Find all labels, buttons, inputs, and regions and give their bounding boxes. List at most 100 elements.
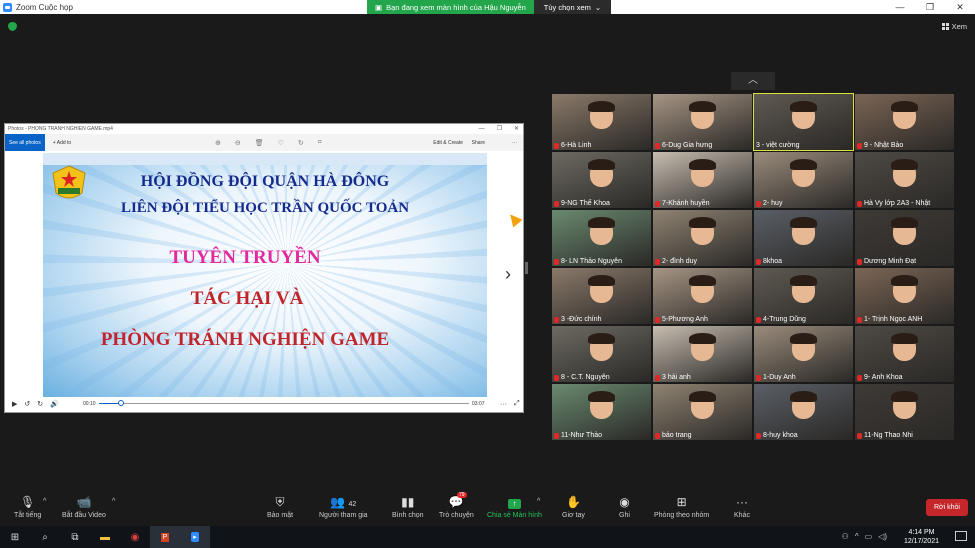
participant-tile[interactable]: 9-NG Thế Khoa — [552, 152, 651, 208]
seek-bar[interactable] — [99, 403, 469, 404]
minimize-button[interactable]: — — [885, 0, 915, 14]
chat-label: Trò chuyện — [439, 512, 474, 519]
participant-tile[interactable]: 7-Khánh huyền — [653, 152, 752, 208]
more-button[interactable]: ··· Khác — [734, 494, 750, 519]
more-dots-icon: ··· — [735, 495, 748, 509]
share-screen-button[interactable]: ↑ Chia sẻ Màn hình — [487, 494, 542, 519]
participant-tile[interactable]: 8- LN Thảo Nguyên — [552, 210, 651, 266]
participant-tile[interactable]: bảo trang — [653, 384, 752, 440]
mute-options-chevron[interactable]: ^ — [43, 498, 46, 505]
participant-hair — [890, 158, 919, 170]
share-banner: ▣ Bạn đang xem màn hình của Hậu Nguyễn T… — [367, 0, 612, 14]
participant-tile[interactable]: 8 - C.T. Nguyên — [552, 326, 651, 382]
volume-icon[interactable]: 🔊 — [50, 400, 59, 408]
participant-hair — [890, 332, 919, 344]
notifications-icon[interactable] — [955, 531, 967, 541]
participant-tile[interactable]: 1- Trịnh Ngọc ANH — [855, 268, 954, 324]
participant-tile[interactable]: 8khoa — [754, 210, 853, 266]
favorite-icon[interactable]: ♡ — [278, 139, 284, 147]
powerpoint-icon[interactable]: P — [150, 526, 180, 548]
slide-line-1: HỘI ĐỒNG ĐỘI QUẬN HÀ ĐÔNG — [140, 173, 390, 190]
participant-tile[interactable]: 2- đình duy — [653, 210, 752, 266]
chat-button[interactable]: 💬 79 Trò chuyện — [439, 492, 474, 519]
security-shield-icon[interactable] — [8, 22, 17, 31]
participant-tile[interactable]: 2- huy — [754, 152, 853, 208]
taskbar-clock[interactable]: 4:14 PM 12/17/2021 — [904, 526, 939, 548]
task-view-icon[interactable]: ⧉ — [60, 526, 90, 548]
polls-icon: ▮▮ — [401, 495, 415, 509]
participant-tile[interactable]: Hà Vy lớp 2A3 - Nhật — [855, 152, 954, 208]
participant-hair — [890, 100, 919, 112]
polls-button[interactable]: ▮▮ Bình chọn — [392, 494, 424, 519]
participant-name: 2- đình duy — [662, 258, 698, 265]
search-icon[interactable]: ⌕ — [30, 526, 60, 548]
add-to-button[interactable]: + Add to — [53, 140, 72, 146]
participant-hair — [587, 332, 616, 344]
zoom-taskbar-icon[interactable]: ▸ — [180, 526, 210, 548]
seek-knob[interactable] — [118, 400, 124, 406]
forward-icon[interactable]: ↻ — [37, 400, 43, 408]
participant-tile[interactable]: 1-Duy Anh — [754, 326, 853, 382]
participant-name: Hà Vy lớp 2A3 - Nhật — [864, 200, 931, 207]
rotate-icon[interactable]: ↻ — [298, 139, 304, 147]
participant-tile[interactable]: 8-huy khoa — [754, 384, 853, 440]
crop-icon[interactable]: ⌗ — [318, 139, 322, 147]
rewind-icon[interactable]: ↺ — [24, 400, 30, 408]
network-icon[interactable]: ▭ — [865, 532, 873, 541]
participant-tile[interactable]: 3 - việt cường — [753, 93, 854, 151]
delete-icon[interactable]: 🗑 — [255, 139, 264, 147]
panel-divider[interactable] — [525, 262, 528, 274]
participant-tile[interactable]: 5-Phương Anh — [653, 268, 752, 324]
breakout-rooms-button[interactable]: ⊞ Phòng theo nhóm — [654, 494, 709, 519]
play-icon[interactable]: ▶ — [12, 400, 17, 408]
video-options-chevron[interactable]: ^ — [112, 498, 115, 505]
security-button[interactable]: ⛨ Bảo mật — [267, 494, 293, 519]
windows-start-icon[interactable]: ⊞ — [0, 526, 30, 548]
participants-icon: 👥 42 — [330, 495, 357, 509]
people-icon[interactable]: ⚇ — [842, 532, 849, 541]
participant-tile[interactable]: 9- Anh Khoa — [855, 326, 954, 382]
tray-chevron-icon[interactable]: ^ — [855, 532, 859, 541]
zoom-out-icon[interactable]: ⊖ — [235, 139, 241, 147]
maximize-button[interactable]: ❐ — [915, 0, 945, 14]
participant-tile[interactable]: 6-Dug Gia hưng — [653, 94, 752, 150]
zoom-in-icon[interactable]: ⊕ — [215, 139, 221, 147]
participant-name: bảo trang — [662, 432, 692, 439]
participant-tile[interactable]: Dương Minh Đạt — [855, 210, 954, 266]
record-button[interactable]: ◉ Ghi — [619, 494, 630, 519]
file-explorer-icon[interactable]: ▬ — [90, 526, 120, 548]
more-icon[interactable]: ··· — [512, 140, 517, 146]
participant-name: 9- Anh Khoa — [864, 374, 903, 381]
close-button[interactable]: ✕ — [945, 0, 975, 14]
collapse-tiles-button[interactable]: ︿ — [731, 72, 775, 90]
leave-meeting-button[interactable]: Rời khỏi — [926, 499, 968, 516]
photos-share-button[interactable]: Share — [472, 140, 485, 146]
browser-icon[interactable]: ◉ — [120, 526, 150, 548]
share-options-chevron[interactable]: ^ — [537, 498, 540, 505]
see-all-photos-button[interactable]: See all photos — [5, 134, 45, 151]
participant-name: 6-Hà Linh — [561, 142, 592, 149]
participant-tile[interactable]: 3 hải anh — [653, 326, 752, 382]
fullscreen-icon[interactable]: ⤢ — [514, 400, 520, 408]
edit-create-button[interactable]: Edit & Create — [433, 140, 463, 146]
photos-toolbar: See all photos + Add to ⊕ ⊖ 🗑 ♡ ↻ ⌗ Edit… — [5, 134, 523, 151]
participant-tile[interactable]: 11-Ng Thao Nhi — [855, 384, 954, 440]
participant-name-tag: Dương Minh Đạt — [857, 258, 916, 265]
start-video-button[interactable]: 📹 Bắt đầu Video — [62, 494, 106, 519]
more-icon[interactable]: ··· — [500, 401, 507, 408]
mute-button[interactable]: 🎙 Tắt tiếng — [14, 494, 41, 519]
participant-tile[interactable]: 4-Trung Dũng — [754, 268, 853, 324]
next-arrow-icon[interactable]: › — [505, 264, 511, 285]
volume-icon[interactable]: ◁) — [878, 532, 887, 541]
view-options-button[interactable]: Tùy chọn xem ⌄ — [533, 0, 612, 14]
participant-tile[interactable]: 11-Như Thảo — [552, 384, 651, 440]
view-button[interactable]: Xem — [941, 22, 967, 31]
muted-mic-icon — [655, 374, 660, 381]
participants-button[interactable]: 👥 42 Người tham gia — [319, 494, 368, 519]
participant-hair — [688, 158, 717, 170]
participant-tile[interactable]: 6-Hà Linh — [552, 94, 651, 150]
participant-tile[interactable]: 9 - Nhật Bảo — [855, 94, 954, 150]
participant-tile[interactable]: 3 -Đức chính — [552, 268, 651, 324]
raise-hand-button[interactable]: ✋ Giơ tay — [562, 494, 585, 519]
participant-name: 3 hải anh — [662, 374, 691, 381]
